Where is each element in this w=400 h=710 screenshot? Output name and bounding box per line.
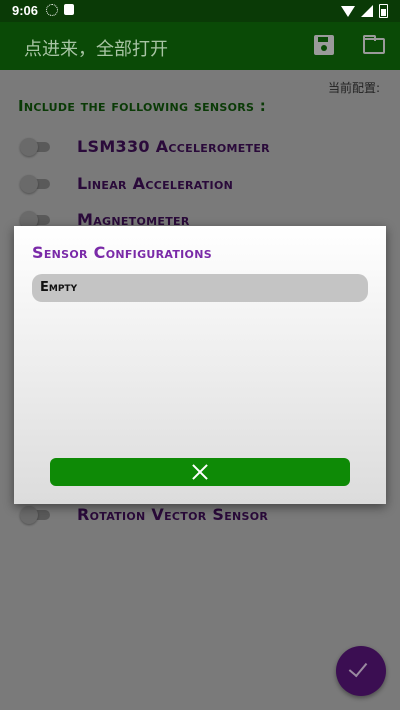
sensor-row[interactable]: Rotation Vector Sensor: [0, 500, 400, 530]
current-config-label: 当前配置:: [327, 81, 380, 95]
close-dialog-button[interactable]: [50, 458, 350, 486]
dialog-title: Sensor Configurations: [32, 243, 212, 262]
sensor-row[interactable]: Linear Acceleration: [0, 169, 400, 199]
section-title: Include the following sensors :: [18, 97, 267, 115]
sensor-configurations-dialog: Sensor Configurations Empty: [14, 226, 386, 504]
sync-icon: [46, 4, 58, 16]
save-icon[interactable]: [314, 35, 334, 55]
status-time: 9:06: [12, 3, 39, 18]
toolbar: 点进来，全部打开: [0, 22, 400, 70]
status-icons: [341, 4, 388, 18]
confirm-fab-button[interactable]: [336, 646, 386, 696]
status-bar: 9:06: [0, 0, 400, 22]
sensor-label: Rotation Vector Sensor: [77, 505, 269, 524]
folder-icon[interactable]: [363, 35, 385, 54]
check-icon: [348, 657, 368, 678]
config-item-label: Empty: [40, 280, 78, 295]
close-icon: [191, 463, 209, 481]
wifi-icon: [341, 5, 355, 17]
sensor-switch[interactable]: [20, 175, 38, 193]
toolbar-title[interactable]: 点进来，全部打开: [24, 35, 168, 61]
sensor-label: LSM330 Accelerometer: [77, 137, 270, 156]
config-list-item[interactable]: Empty: [32, 274, 368, 302]
notification-icon: [64, 4, 74, 15]
sensor-row[interactable]: LSM330 Accelerometer: [0, 132, 400, 162]
sensor-switch[interactable]: [20, 506, 38, 524]
battery-icon: [379, 4, 388, 18]
sensor-switch[interactable]: [20, 138, 38, 156]
sensor-label: Linear Acceleration: [77, 174, 234, 193]
signal-icon: [361, 5, 373, 17]
